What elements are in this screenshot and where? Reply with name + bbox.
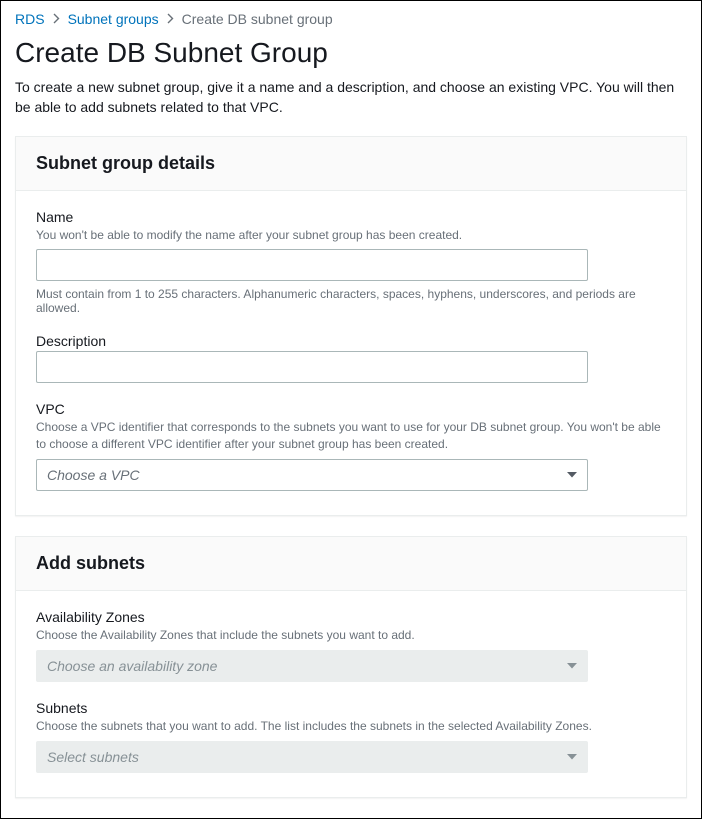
vpc-label: VPC [36, 401, 666, 417]
panel-header: Add subnets [16, 537, 686, 591]
chevron-right-icon [53, 11, 60, 27]
page-title: Create DB Subnet Group [15, 37, 687, 69]
panel-title: Subnet group details [36, 153, 666, 174]
subnet-group-details-panel: Subnet group details Name You won't be a… [15, 136, 687, 516]
add-subnets-panel: Add subnets Availability Zones Choose th… [15, 536, 687, 798]
vpc-placeholder: Choose a VPC [47, 467, 140, 483]
vpc-field-group: VPC Choose a VPC identifier that corresp… [36, 401, 666, 491]
name-field-group: Name You won't be able to modify the nam… [36, 209, 666, 316]
panel-header: Subnet group details [16, 137, 686, 191]
name-label: Name [36, 209, 666, 225]
page-description: To create a new subnet group, give it a … [15, 77, 687, 118]
name-input[interactable] [36, 249, 588, 281]
subnets-field-group: Subnets Choose the subnets that you want… [36, 700, 666, 773]
subnets-label: Subnets [36, 700, 666, 716]
az-placeholder: Choose an availability zone [47, 658, 217, 674]
name-constraint: Must contain from 1 to 255 characters. A… [36, 287, 666, 315]
name-subtext: You won't be able to modify the name aft… [36, 227, 666, 244]
az-label: Availability Zones [36, 609, 666, 625]
chevron-right-icon [167, 11, 174, 27]
description-input[interactable] [36, 351, 588, 383]
panel-title: Add subnets [36, 553, 666, 574]
vpc-select[interactable]: Choose a VPC [36, 459, 588, 491]
az-subtext: Choose the Availability Zones that inclu… [36, 627, 666, 644]
breadcrumb-rds[interactable]: RDS [15, 11, 45, 27]
breadcrumb-subnet-groups[interactable]: Subnet groups [68, 11, 159, 27]
description-label: Description [36, 333, 666, 349]
breadcrumb: RDS Subnet groups Create DB subnet group [15, 11, 687, 27]
breadcrumb-current: Create DB subnet group [182, 11, 333, 27]
subnets-subtext: Choose the subnets that you want to add.… [36, 718, 666, 735]
description-field-group: Description [36, 333, 666, 383]
availability-zones-field-group: Availability Zones Choose the Availabili… [36, 609, 666, 682]
vpc-subtext: Choose a VPC identifier that corresponds… [36, 419, 666, 453]
availability-zone-select[interactable]: Choose an availability zone [36, 650, 588, 682]
